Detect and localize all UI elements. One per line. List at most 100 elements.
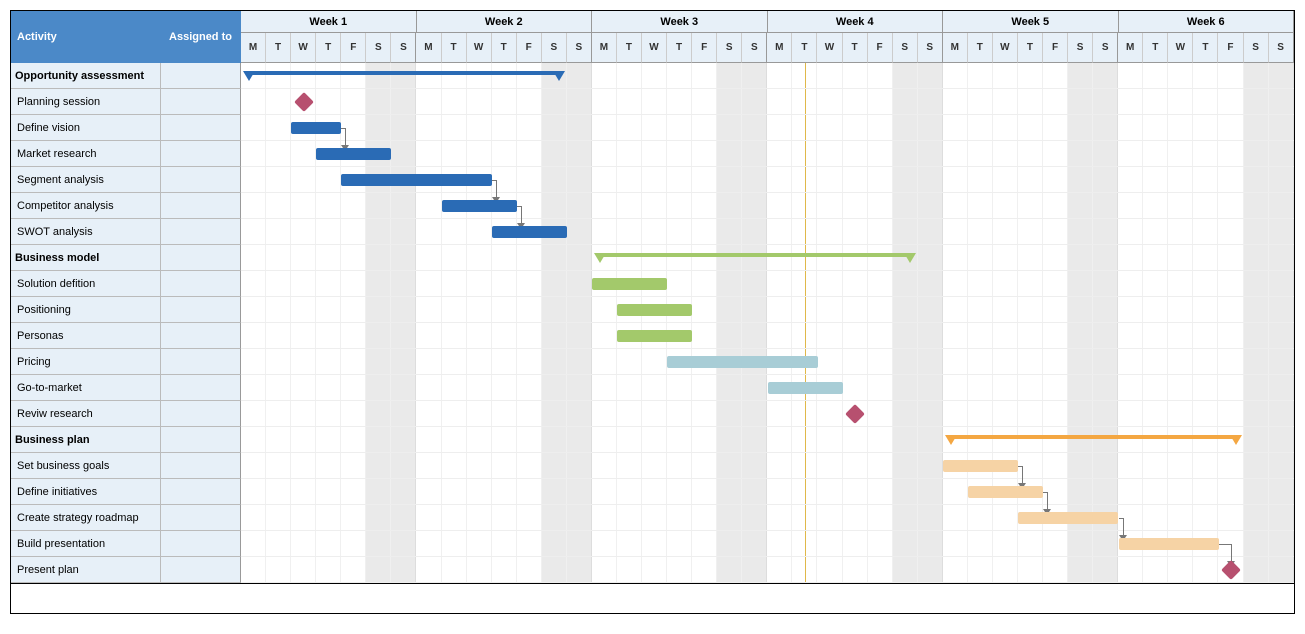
task-row: Create strategy roadmap — [11, 505, 1294, 531]
timeline-cell[interactable] — [241, 167, 1294, 193]
task-name[interactable]: Positioning — [11, 297, 161, 323]
timeline-cell[interactable] — [241, 349, 1294, 375]
timeline-cell[interactable] — [241, 271, 1294, 297]
task-bar[interactable] — [592, 278, 667, 290]
task-name[interactable]: Build presentation — [11, 531, 161, 557]
assigned-cell[interactable] — [161, 349, 241, 375]
milestone[interactable] — [1221, 560, 1241, 580]
today-indicator — [805, 505, 806, 530]
task-name[interactable]: Create strategy roadmap — [11, 505, 161, 531]
today-indicator — [805, 141, 806, 166]
day-header: S — [1068, 33, 1093, 63]
task-bar[interactable] — [667, 356, 817, 368]
assigned-cell[interactable] — [161, 479, 241, 505]
task-bar[interactable] — [442, 200, 517, 212]
task-name[interactable]: Pricing — [11, 349, 161, 375]
task-name[interactable]: Segment analysis — [11, 167, 161, 193]
task-name[interactable]: Solution defition — [11, 271, 161, 297]
assigned-cell[interactable] — [161, 245, 241, 271]
summary-bar[interactable] — [951, 435, 1237, 439]
task-name[interactable]: Market research — [11, 141, 161, 167]
assigned-cell[interactable] — [161, 401, 241, 427]
task-name[interactable]: Present plan — [11, 557, 161, 583]
timeline-cell[interactable] — [241, 63, 1294, 89]
task-name[interactable]: Planning session — [11, 89, 161, 115]
task-name[interactable]: Personas — [11, 323, 161, 349]
today-indicator — [805, 479, 806, 504]
task-row: Pricing — [11, 349, 1294, 375]
task-name[interactable]: Reviw research — [11, 401, 161, 427]
task-bar[interactable] — [316, 148, 391, 160]
timeline-cell[interactable] — [241, 141, 1294, 167]
task-bar[interactable] — [943, 460, 1018, 472]
timeline-cell[interactable] — [241, 323, 1294, 349]
timeline-cell[interactable] — [241, 453, 1294, 479]
assigned-cell[interactable] — [161, 167, 241, 193]
summary-bar[interactable] — [600, 253, 911, 257]
timeline-cell[interactable] — [241, 557, 1294, 583]
assigned-cell[interactable] — [161, 505, 241, 531]
timeline-cell[interactable] — [241, 115, 1294, 141]
task-name[interactable]: Define vision — [11, 115, 161, 141]
today-indicator — [805, 427, 806, 452]
timeline-cell[interactable] — [241, 89, 1294, 115]
assigned-cell[interactable] — [161, 193, 241, 219]
column-header-activity[interactable]: Activity — [11, 11, 161, 63]
task-name[interactable]: Competitor analysis — [11, 193, 161, 219]
summary-bar[interactable] — [249, 71, 560, 75]
assigned-cell[interactable] — [161, 453, 241, 479]
task-name[interactable]: Go-to-market — [11, 375, 161, 401]
assigned-cell[interactable] — [161, 271, 241, 297]
timeline-cell[interactable] — [241, 479, 1294, 505]
timeline-cell[interactable] — [241, 375, 1294, 401]
assigned-cell[interactable] — [161, 297, 241, 323]
day-header: S — [1244, 33, 1269, 63]
assigned-cell[interactable] — [161, 531, 241, 557]
timeline-cell[interactable] — [241, 531, 1294, 557]
task-bar[interactable] — [1119, 538, 1219, 550]
assigned-cell[interactable] — [161, 323, 241, 349]
day-header: W — [1168, 33, 1193, 63]
task-name[interactable]: Set business goals — [11, 453, 161, 479]
today-indicator — [805, 63, 806, 88]
day-header: T — [492, 33, 517, 63]
milestone[interactable] — [845, 404, 865, 424]
day-header: F — [1043, 33, 1068, 63]
assigned-cell[interactable] — [161, 141, 241, 167]
timeline-cell[interactable] — [241, 193, 1294, 219]
timeline-cell[interactable] — [241, 219, 1294, 245]
task-name[interactable]: Business model — [11, 245, 161, 271]
milestone[interactable] — [294, 92, 314, 112]
assigned-cell[interactable] — [161, 115, 241, 141]
assigned-cell[interactable] — [161, 63, 241, 89]
task-bar[interactable] — [617, 304, 692, 316]
task-row: Segment analysis — [11, 167, 1294, 193]
task-name[interactable]: Opportunity assessment — [11, 63, 161, 89]
task-name[interactable]: SWOT analysis — [11, 219, 161, 245]
assigned-cell[interactable] — [161, 89, 241, 115]
task-bar[interactable] — [492, 226, 567, 238]
timeline-cell[interactable] — [241, 245, 1294, 271]
task-bar[interactable] — [617, 330, 692, 342]
task-name[interactable]: Business plan — [11, 427, 161, 453]
timeline-cell[interactable] — [241, 401, 1294, 427]
assigned-cell[interactable] — [161, 427, 241, 453]
timeline-cell[interactable] — [241, 297, 1294, 323]
task-bar[interactable] — [341, 174, 491, 186]
day-header: S — [567, 33, 592, 63]
task-bar[interactable] — [968, 486, 1043, 498]
day-header: T — [1143, 33, 1168, 63]
column-header-assigned[interactable]: Assigned to — [161, 11, 241, 63]
assigned-cell[interactable] — [161, 375, 241, 401]
task-bar[interactable] — [768, 382, 843, 394]
day-header: S — [717, 33, 742, 63]
assigned-cell[interactable] — [161, 557, 241, 583]
timeline-cell[interactable] — [241, 427, 1294, 453]
day-header: S — [918, 33, 943, 63]
timeline-cell[interactable] — [241, 505, 1294, 531]
task-bar[interactable] — [1018, 512, 1118, 524]
task-bar[interactable] — [291, 122, 341, 134]
task-name[interactable]: Define initiatives — [11, 479, 161, 505]
task-row: SWOT analysis — [11, 219, 1294, 245]
assigned-cell[interactable] — [161, 219, 241, 245]
